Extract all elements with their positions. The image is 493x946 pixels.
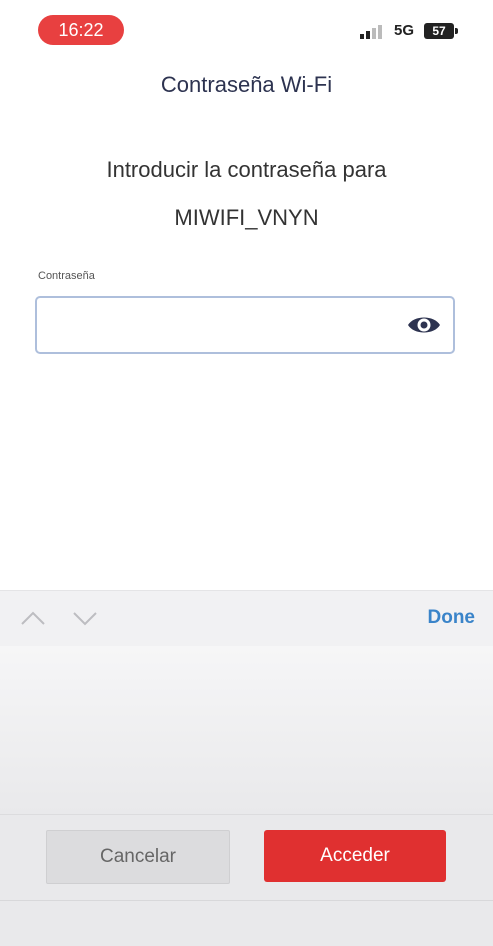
password-input[interactable] (35, 296, 455, 354)
keyboard-area (0, 646, 493, 814)
status-time: 16:22 (38, 15, 124, 45)
cancel-button[interactable]: Cancelar (46, 830, 230, 884)
signal-icon (360, 25, 386, 39)
password-label: Contraseña (38, 270, 95, 282)
divider (0, 900, 493, 901)
chevron-down-icon[interactable] (72, 609, 98, 627)
eye-icon[interactable] (406, 310, 442, 340)
done-button[interactable]: Done (428, 607, 476, 629)
keyboard-toolbar: Done (0, 590, 493, 647)
password-prompt: Introducir la contraseña para (106, 157, 387, 182)
network-type: 5G (394, 22, 415, 39)
page-title: Contraseña Wi-Fi (160, 72, 333, 97)
network-ssid: MIWIFI_VNYN (174, 205, 319, 230)
accept-button[interactable]: Acceder (264, 830, 446, 882)
chevron-up-icon[interactable] (20, 609, 46, 627)
status-bar: 16:22 5G 57 (0, 0, 493, 60)
battery-icon: 57 (424, 23, 458, 39)
